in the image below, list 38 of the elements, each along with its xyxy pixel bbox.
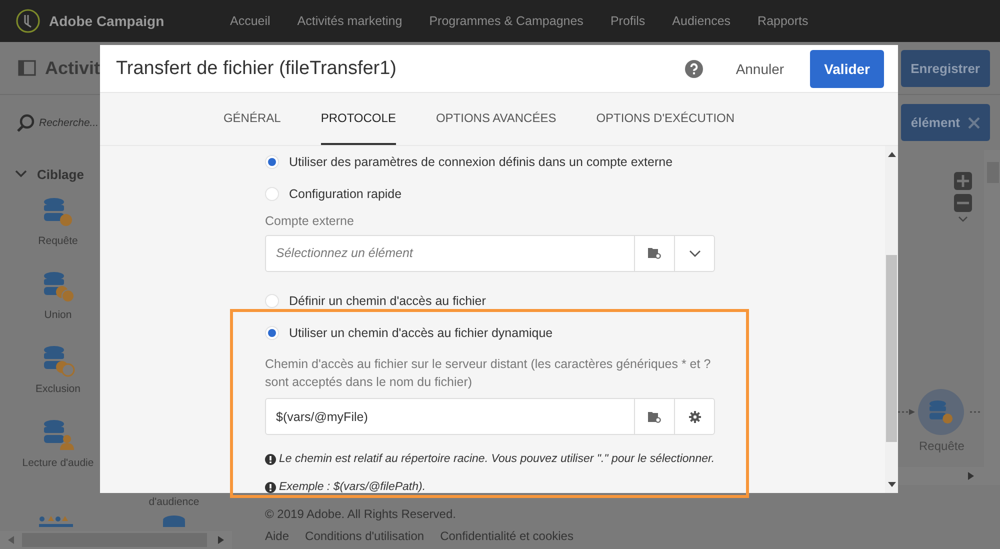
activity-label[interactable]: Union	[44, 309, 72, 321]
search-field[interactable]: Recherche...	[39, 116, 99, 128]
page-title: Activit	[45, 58, 100, 78]
nav-link[interactable]: Profils	[610, 14, 646, 28]
section-title[interactable]: Ciblage	[37, 166, 84, 182]
nav-link[interactable]: Programmes & Campagnes	[429, 14, 584, 28]
radio-label: Utiliser un chemin d'accès au fichier dynamique	[289, 326, 553, 340]
nav-link[interactable]: Activités marketing	[297, 14, 402, 28]
footer-link[interactable]: Confidentialité et cookies	[440, 529, 574, 543]
tab[interactable]: OPTIONS D'EXÉCUTION	[596, 93, 735, 145]
dialog-title: Transfert de fichier (fileTransfer1)	[116, 58, 398, 80]
brand-name[interactable]: Adobe Campaign	[49, 13, 204, 29]
nav-link[interactable]: Audiences	[672, 14, 731, 28]
field-label: Chemin d'accès au fichier sur le serveur distant (les caractères génériques * et ? sont acceptés dans le nom du fichier)	[265, 356, 712, 392]
activity-label[interactable]: Requête	[38, 235, 78, 247]
confirm-button[interactable]: Valider	[810, 50, 884, 88]
nav-link[interactable]: Rapports	[758, 14, 808, 28]
field-label: Compte externe	[265, 214, 354, 228]
save-button[interactable]: Enregistrer	[900, 50, 990, 86]
tab[interactable]: GÉNÉRAL	[223, 93, 281, 145]
tab[interactable]: OPTIONS AVANCÉES	[436, 93, 556, 145]
cancel-button[interactable]: Annuler	[736, 60, 784, 76]
element-button[interactable]: élément	[900, 104, 990, 141]
activity-label[interactable]: Exclusion	[36, 383, 80, 395]
footer-link[interactable]: Aide	[265, 529, 290, 543]
tab[interactable]: PROTOCOLE	[320, 93, 396, 145]
radio-label: Utiliser des paramètres de connexion définis dans un compte externe	[289, 154, 673, 169]
remote-path-field[interactable]: $(vars/@myFile)	[265, 398, 635, 435]
activity-label[interactable]: Lecture d'audie	[22, 457, 94, 469]
activity-label[interactable]: d'audience	[148, 496, 200, 508]
hint-text: Le chemin est relatif au répertoire racine. Vous pouvez utiliser "." pour le sélectionner.	[279, 453, 715, 465]
radio-label: Configuration rapide	[289, 186, 402, 201]
footer-link[interactable]: Conditions d'utilisation	[305, 529, 424, 543]
radio-label: Définir un chemin d'accès au fichier	[289, 294, 486, 308]
hint-text: Exemple : $(vars/@filePath).	[279, 481, 426, 493]
nav-link[interactable]: Accueil	[230, 14, 270, 28]
copyright-text: © 2019 Adobe. All Rights Reserved.	[265, 507, 457, 521]
external-account-field[interactable]: Sélectionnez un élément	[265, 234, 635, 272]
